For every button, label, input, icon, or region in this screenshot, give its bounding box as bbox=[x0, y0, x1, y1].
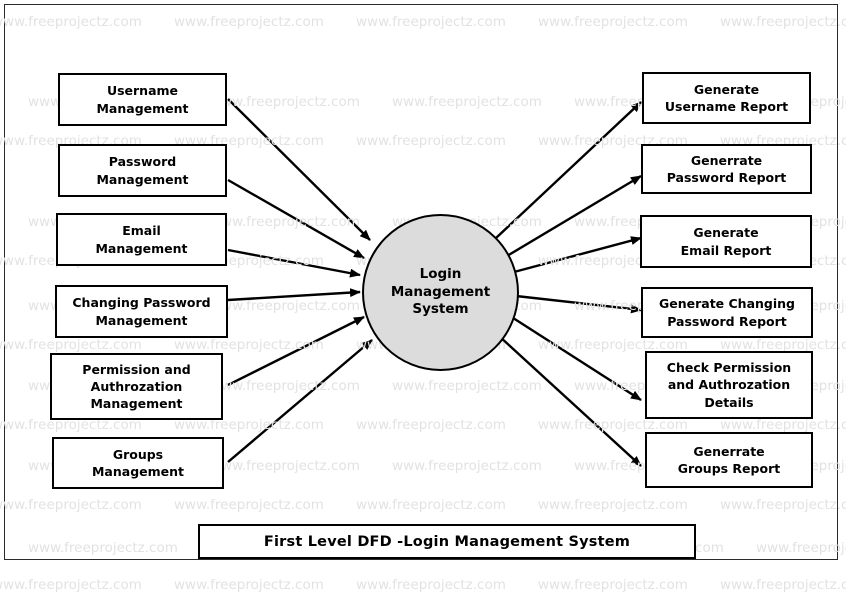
edge-process-to-check-permission bbox=[509, 314, 642, 402]
entity-label: Username Management bbox=[96, 83, 189, 116]
entity-label: Check Permission and Authrozation Detail… bbox=[666, 360, 792, 410]
entity-generate-password-report[interactable]: Generrate Password Report bbox=[641, 144, 812, 194]
entity-generate-groups-report[interactable]: Generrate Groups Report bbox=[645, 432, 813, 488]
entity-label: Email Management bbox=[95, 223, 188, 256]
dfd-diagram-canvas: Username Management Password Management … bbox=[0, 0, 846, 593]
edge-permission-to-process bbox=[227, 315, 365, 387]
entity-permission-and-authrozation-management[interactable]: Permission and Authrozation Management bbox=[50, 353, 223, 420]
diagram-title-box: First Level DFD -Login Management System bbox=[198, 524, 696, 559]
diagram-title: First Level DFD -Login Management System bbox=[263, 533, 631, 550]
entity-label: Generrate Password Report bbox=[666, 152, 787, 185]
edge-changing-password-to-process bbox=[227, 288, 361, 302]
entity-changing-password-management[interactable]: Changing Password Management bbox=[55, 285, 228, 338]
edge-email-to-process bbox=[227, 248, 361, 278]
edge-username-to-process bbox=[227, 98, 371, 241]
entity-label: Generrate Groups Report bbox=[677, 443, 781, 476]
entity-username-management[interactable]: Username Management bbox=[58, 73, 227, 126]
edge-process-to-email-report bbox=[513, 236, 642, 274]
entity-label: Generate Changing Password Report bbox=[658, 296, 795, 329]
entity-label: Permission and Authrozation Management bbox=[82, 361, 191, 412]
entity-label: Generate Email Report bbox=[680, 225, 772, 258]
edge-process-to-username-report bbox=[495, 101, 642, 239]
edge-groups-to-process bbox=[227, 339, 373, 463]
edge-password-to-process bbox=[227, 178, 365, 260]
entity-label: Generate Username Report bbox=[664, 81, 789, 114]
entity-groups-management[interactable]: Groups Management bbox=[52, 437, 224, 489]
entity-label: Password Management bbox=[96, 154, 189, 187]
entity-password-management[interactable]: Password Management bbox=[58, 144, 227, 197]
entity-email-management[interactable]: Email Management bbox=[56, 213, 227, 266]
entity-label: Changing Password Management bbox=[72, 295, 211, 328]
entity-generate-username-report[interactable]: Generate Username Report bbox=[642, 72, 811, 124]
process-label: Login Management System bbox=[390, 265, 491, 318]
entity-check-permission-and-authrozation-details[interactable]: Check Permission and Authrozation Detail… bbox=[645, 351, 813, 419]
entity-generate-email-report[interactable]: Generate Email Report bbox=[640, 215, 812, 268]
entity-label: Groups Management bbox=[91, 446, 184, 479]
process-login-management-system[interactable]: Login Management System bbox=[362, 214, 519, 371]
entity-generate-changing-password-report[interactable]: Generate Changing Password Report bbox=[641, 287, 813, 338]
edge-process-to-changing-password-report bbox=[515, 294, 642, 314]
